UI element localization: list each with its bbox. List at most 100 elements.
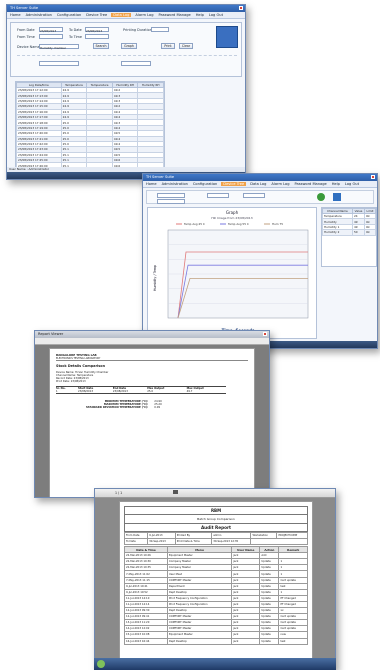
table-cell: 23/08/2013 (112, 390, 128, 393)
window-title: TH Server Suite (10, 6, 39, 10)
window-title: Report Viewer (38, 332, 64, 336)
menu-device-tree[interactable]: Device Tree (221, 182, 247, 186)
menu-home[interactable]: Home (145, 182, 158, 186)
report-page: BANGALORE TESTING LAB ELECTRONICS TESTIN… (49, 348, 255, 497)
table-cell: Update (259, 637, 280, 645)
report-logo-box: RBM (124, 506, 308, 515)
close-icon[interactable] (371, 175, 375, 179)
to-input[interactable] (243, 193, 265, 198)
print-button[interactable]: Print (161, 43, 175, 49)
to-time-label: To Time (69, 35, 82, 39)
channel-table: Channel Name Value Limit Temperature 24 Ok… (322, 208, 377, 236)
chart-subtitle: Hill Image from 23/08/2013 (211, 216, 252, 220)
table-cell: 23/08/2013 (78, 390, 93, 393)
data-table-panel: Log Date/time Temperature Temperature Hu… (15, 81, 165, 169)
col-header[interactable]: Temperature (60, 82, 88, 88)
menu-help[interactable]: Help (195, 13, 205, 17)
printing-duration-label: Printing Duration (123, 28, 152, 32)
menu-alarm-log[interactable]: Alarm Log (134, 13, 154, 17)
page-counter[interactable]: 1 / 1 (115, 491, 122, 495)
window-titlebar[interactable]: Report Viewer (35, 331, 269, 338)
from-time-label: From Time (17, 35, 35, 39)
export-icon[interactable] (333, 193, 341, 201)
table-cell: 25.0 (147, 390, 153, 393)
chart-panel: Graph Hill Image from 23/08/2013 Temp Av… (147, 207, 317, 339)
menu-data-log[interactable]: Data Log (249, 182, 267, 186)
channel-row[interactable]: Humidity 2 50 Ok (322, 229, 377, 236)
channel-rows: Temperature 24 Ok Humidity 49 Ok Humidity 1 49 O… (322, 212, 377, 236)
table-cell: Humidity 2 (322, 229, 353, 236)
legend-label: Temp Avg 45 C (183, 222, 205, 226)
table-cell: 1 (56, 390, 58, 393)
window-titlebar[interactable]: TH Server Suite (7, 5, 245, 12)
device-name-label: Device Name (17, 45, 40, 49)
table-cell: jack (231, 637, 261, 645)
meta-cell (250, 538, 308, 546)
channel-list-panel: Channel Name Value Limit Temperature 24 Ok… (321, 207, 377, 267)
graph-button[interactable]: Graph (121, 43, 137, 49)
to-date-input[interactable]: 23/08/2013 (85, 27, 109, 33)
filter-panel: From Date 23/08/2013 To Date 23/08/2013 … (10, 22, 242, 77)
clear-button[interactable]: Clear (179, 43, 193, 49)
table-cell: 49.7 (186, 390, 193, 393)
printing-duration-input[interactable] (151, 27, 169, 32)
report-subtitle: Batch Group Comparison (124, 515, 308, 524)
menu-administration[interactable]: Administration (161, 182, 189, 186)
menu-logout[interactable]: Log Out (208, 13, 224, 17)
meta-cell: Print Date & Time (174, 538, 213, 546)
main-menu: Home Administration Configuration Device… (7, 12, 245, 19)
total-value: 0.09 (154, 406, 161, 409)
from-date-input[interactable]: 23/08/2013 (39, 27, 63, 33)
print-icon[interactable] (173, 490, 179, 494)
menu-configuration[interactable]: Configuration (192, 182, 218, 186)
from-time-input[interactable] (39, 34, 63, 39)
meta-cell: 30-Sep-2013 12:35 (211, 538, 252, 546)
table-cell: Ok (363, 229, 377, 236)
window-title: TH Server Suite (146, 175, 175, 179)
close-icon[interactable] (263, 332, 267, 336)
total-label: STANDARD DEVIATION TEMPERATURE (°C): (86, 406, 149, 409)
channel-select[interactable] (157, 199, 185, 204)
table-cell: test (278, 637, 308, 645)
menu-administration[interactable]: Administration (25, 13, 53, 17)
menu-logout[interactable]: Log Out (344, 182, 360, 186)
close-icon[interactable] (239, 6, 243, 10)
table-cell: 50 (351, 229, 365, 236)
to-date-label: To Date (69, 28, 82, 32)
device-name-select[interactable]: Humidity chamber (39, 44, 79, 50)
search-button[interactable]: Search (93, 43, 109, 49)
window-titlebar[interactable]: TH Server Suite (143, 174, 377, 181)
audit-report-window: 1 / 1 RBM Batch Group Comparison Audit R… (94, 488, 336, 670)
meta-cell: To Date (123, 538, 149, 546)
chart-title: Graph (226, 210, 239, 215)
app-logo (216, 26, 238, 48)
chart-legend: Temp Avg 45 C Temp Avg 55 C Hum 75 (176, 222, 283, 226)
refresh-icon[interactable] (317, 193, 325, 201)
device-select[interactable] (157, 193, 185, 198)
graph-toolbar (146, 190, 374, 204)
report-org-sub: ELECTRONICS TESTING LABORATORY (56, 357, 248, 361)
channel-select[interactable] (39, 61, 79, 66)
from-input[interactable] (207, 193, 229, 198)
menu-device-tree[interactable]: Device Tree (85, 13, 108, 17)
y-axis-label: Humidity / Temp (153, 265, 157, 291)
interval-select[interactable] (121, 61, 151, 66)
to-time-input[interactable] (85, 34, 109, 39)
menu-data-log[interactable]: Data Log (111, 13, 132, 17)
menu-configuration[interactable]: Configuration (56, 13, 82, 17)
start-button-icon[interactable] (97, 660, 105, 668)
report-heading: Stock Details Comparison (56, 364, 106, 368)
col-header[interactable]: Channel Name (322, 208, 353, 214)
menu-alarm-log[interactable]: Alarm Log (270, 182, 290, 186)
audit-rows: 22-Mar-2013 10:26 Equipment Master jack Add… (124, 552, 308, 645)
summary-line: Print Date: 23/08/2013 (56, 380, 86, 383)
menu-help[interactable]: Help (331, 182, 341, 186)
menu-home[interactable]: Home (9, 13, 22, 17)
audit-row[interactable]: 16-Jul-2013 16:44 Dept Desktop jack Update t… (124, 637, 308, 645)
menu-password[interactable]: Password Manage (158, 13, 192, 17)
table-cell: 16-Jul-2013 16:44 (124, 637, 168, 645)
data-log-rows: 23/08/2013 17:12:00 24.9 49.2 23/08/2013 17… (16, 86, 164, 168)
menu-password[interactable]: Password Manage (294, 182, 328, 186)
legend-label: Hum 75 (272, 222, 283, 226)
audit-meta: From Date 9-Jul-2013 Printed By admin Wo… (123, 531, 308, 546)
